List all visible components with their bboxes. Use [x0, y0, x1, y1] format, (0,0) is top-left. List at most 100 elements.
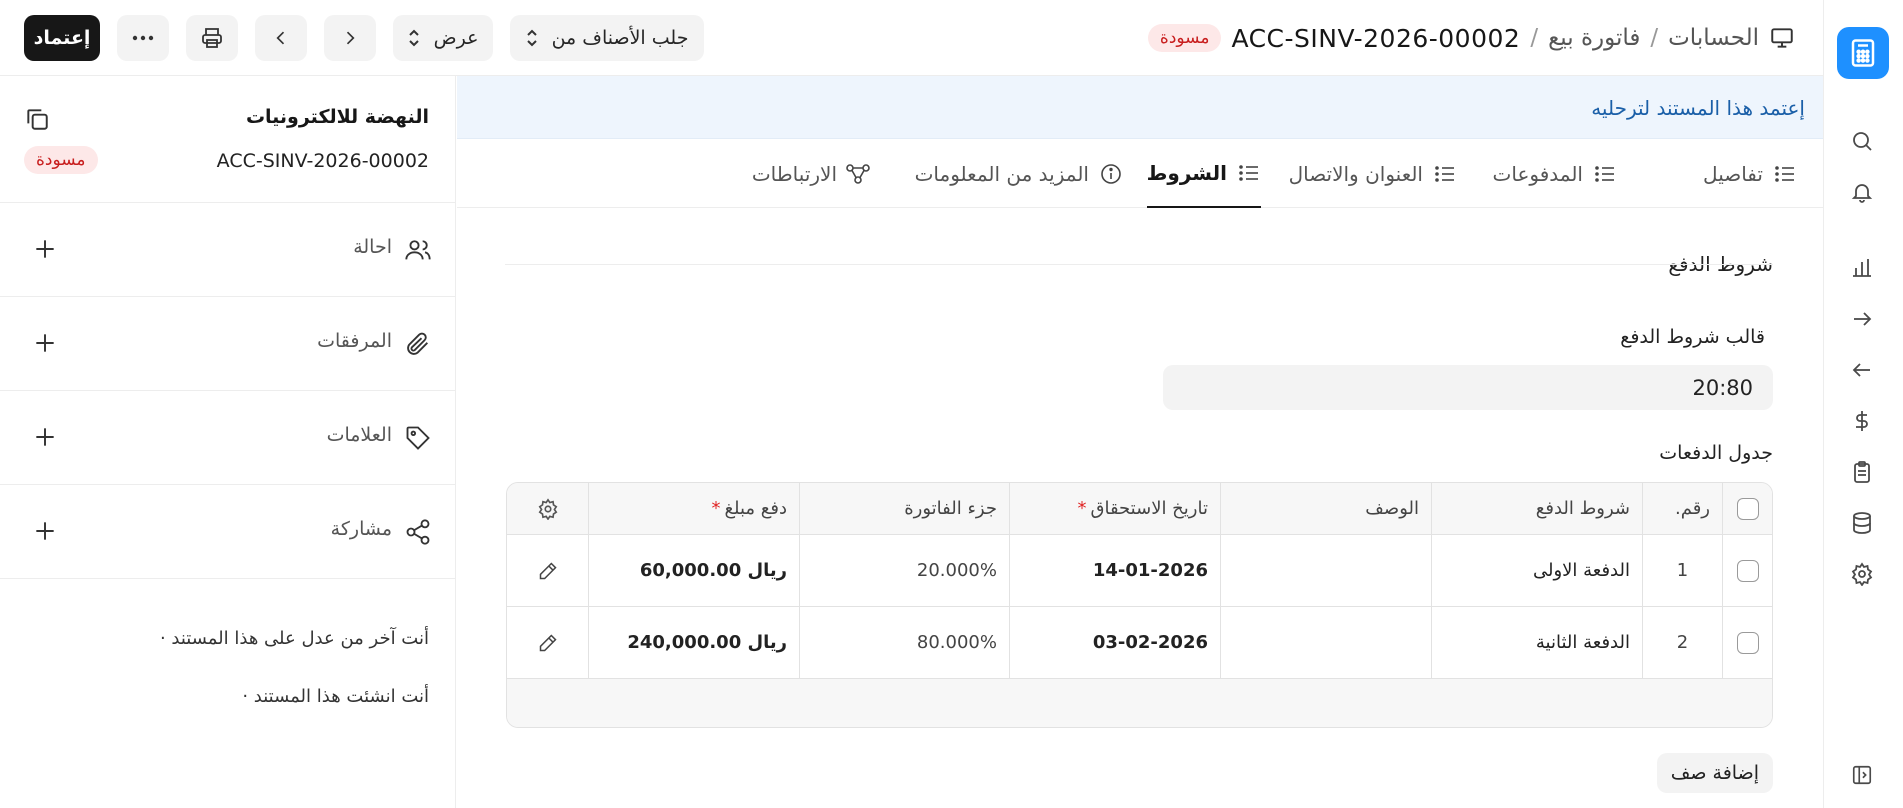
section-divider — [505, 264, 1773, 265]
main-content: إعتمد هذا المستند لترحليه تفاصيل المدفوع… — [457, 76, 1823, 808]
tab-address-contact[interactable]: العنوان والاتصال — [1289, 139, 1457, 208]
chevron-left-icon — [271, 28, 291, 48]
cell-description[interactable] — [1220, 535, 1431, 606]
sidebar-item-tags[interactable]: العلامات — [0, 391, 456, 485]
printer-icon — [200, 26, 224, 50]
row-checkbox[interactable] — [1736, 631, 1759, 654]
sidebar-status-badge: مسودة — [24, 146, 98, 174]
view-dropdown[interactable]: عرض — [393, 15, 493, 61]
list-icon — [1773, 162, 1797, 186]
chevron-right-icon — [340, 28, 360, 48]
sidebar-item-assign[interactable]: احالة — [0, 203, 456, 297]
gear-icon[interactable] — [537, 497, 559, 520]
pencil-icon[interactable] — [538, 633, 558, 653]
activity-last-edit: أنت آخر من عدل على هذا المستند · — [159, 628, 429, 649]
banner-text: إعتمد هذا المستند لترحليه — [1591, 96, 1805, 120]
page-title: ACC-SINV-2026-00002 — [1231, 23, 1521, 53]
tab-more-info[interactable]: المزيد من المعلومات — [915, 139, 1123, 208]
sidebar-item-attachments[interactable]: المرفقات — [0, 297, 456, 391]
tab-label: تفاصيل — [1703, 161, 1763, 186]
tab-terms[interactable]: الشروط — [1146, 139, 1261, 208]
cell-description[interactable] — [1220, 607, 1431, 678]
cell-value: الدفعة الثانية — [1535, 632, 1630, 653]
submit-button[interactable]: إعتماد — [24, 15, 100, 61]
header-due-date: تاريخ الاستحقاق * — [1009, 483, 1220, 534]
sidebar-item-share[interactable]: مشاركة — [0, 485, 456, 579]
payment-terms-template-label: قالب شروط الدفع — [1620, 326, 1765, 348]
cell-due-date[interactable]: 14-01-2026 — [1009, 535, 1220, 606]
share-icon — [404, 518, 432, 546]
arrow-left-icon[interactable] — [1849, 357, 1875, 383]
search-icon[interactable] — [1849, 128, 1875, 154]
chevron-up-down-icon — [526, 29, 538, 47]
next-doc-button[interactable] — [324, 15, 376, 61]
cell-due-date[interactable]: 03-02-2026 — [1009, 607, 1220, 678]
submit-banner: إعتمد هذا المستند لترحليه — [457, 76, 1823, 139]
sidebar-toggle-icon[interactable] — [1849, 762, 1875, 788]
payment-schedule-title: جدول الدفعات — [1659, 442, 1773, 464]
print-button[interactable] — [186, 15, 238, 61]
header-payment-amount: دفع مبلغ * — [588, 483, 799, 534]
select-all-checkbox[interactable] — [1736, 497, 1759, 520]
row-checkbox[interactable] — [1736, 559, 1759, 582]
tag-icon — [404, 424, 432, 452]
company-name: النهضة للالكترونيات — [245, 106, 429, 128]
cell-value: ريال 60,000.00 — [639, 560, 787, 581]
cell-value: 80.000% — [916, 632, 997, 653]
cell-payment-amount[interactable]: ريال 60,000.00 — [588, 535, 799, 606]
settings-icon[interactable] — [1849, 561, 1875, 587]
table-row[interactable]: 1 الدفعة الاولى 14-01-2026 20.000% ريال … — [507, 535, 1772, 607]
add-row-button[interactable]: إضافة صف — [1656, 753, 1773, 793]
form-sidebar: النهضة للالكترونيات ACC-SINV-2026-00002 … — [0, 76, 456, 808]
list-icon — [1433, 162, 1457, 186]
plus-icon[interactable] — [32, 424, 58, 450]
clipboard-icon[interactable] — [1849, 459, 1875, 485]
top-bar: إعتماد عرض جلب الأصناف من الحسابات / فات… — [0, 0, 1823, 76]
column-header-label: جزء الفاتورة — [904, 498, 997, 519]
breadcrumb-sales-invoice[interactable]: فاتورة بيع — [1548, 25, 1640, 51]
cell-payment-term[interactable]: الدفعة الاولى — [1431, 535, 1642, 606]
plus-icon[interactable] — [32, 518, 58, 544]
tab-label: المدفوعات — [1492, 161, 1583, 186]
breadcrumb: الحسابات / فاتورة بيع / ACC-SINV-2026-00… — [1147, 20, 1795, 56]
cell-value: 2 — [1676, 632, 1689, 653]
bar-chart-icon[interactable] — [1849, 255, 1875, 281]
ellipsis-icon — [132, 35, 154, 41]
list-icon — [1593, 162, 1617, 186]
breadcrumb-accounts[interactable]: الحسابات — [1668, 25, 1759, 51]
cell-invoice-portion[interactable]: 20.000% — [799, 535, 1009, 606]
form-tabs: تفاصيل المدفوعات العنوان والاتصال الشروط… — [457, 139, 1823, 208]
column-header-label: شروط الدفع — [1535, 498, 1630, 519]
cell-no: 2 — [1642, 607, 1722, 678]
arrow-right-icon[interactable] — [1849, 306, 1875, 332]
more-actions-button[interactable] — [117, 15, 169, 61]
tab-connections[interactable]: الارتباطات — [752, 139, 871, 208]
copy-icon[interactable] — [24, 106, 50, 132]
plus-icon[interactable] — [32, 236, 58, 262]
dollar-icon[interactable] — [1849, 408, 1875, 434]
tab-label: الارتباطات — [751, 161, 837, 186]
tab-label: الشروط — [1146, 160, 1227, 185]
row-select-cell — [1722, 535, 1772, 606]
cell-payment-term[interactable]: الدفعة الثانية — [1431, 607, 1642, 678]
accounting-app-icon[interactable] — [1837, 27, 1889, 79]
monitor-icon[interactable] — [1769, 25, 1795, 51]
fetch-items-dropdown[interactable]: جلب الأصناف من — [510, 15, 704, 61]
pencil-icon[interactable] — [538, 561, 558, 581]
tab-details[interactable]: تفاصيل — [1703, 139, 1797, 208]
database-icon[interactable] — [1849, 510, 1875, 536]
bell-icon[interactable] — [1849, 179, 1875, 205]
cell-payment-amount[interactable]: ريال 240,000.00 — [588, 607, 799, 678]
previous-doc-button[interactable] — [255, 15, 307, 61]
header-payment-term: شروط الدفع — [1431, 483, 1642, 534]
breadcrumb-separator: / — [1530, 25, 1539, 51]
table-row[interactable]: 2 الدفعة الثانية 03-02-2026 80.000% ريال… — [507, 607, 1772, 679]
chevron-up-down-icon — [408, 29, 420, 47]
plus-icon[interactable] — [32, 330, 58, 356]
cell-invoice-portion[interactable]: 80.000% — [799, 607, 1009, 678]
header-settings-cell — [507, 483, 588, 534]
info-icon — [1099, 162, 1123, 186]
payment-terms-template-field[interactable]: 20:80 — [1163, 365, 1773, 410]
tab-payments[interactable]: المدفوعات — [1493, 139, 1617, 208]
row-edit-cell — [507, 607, 588, 678]
